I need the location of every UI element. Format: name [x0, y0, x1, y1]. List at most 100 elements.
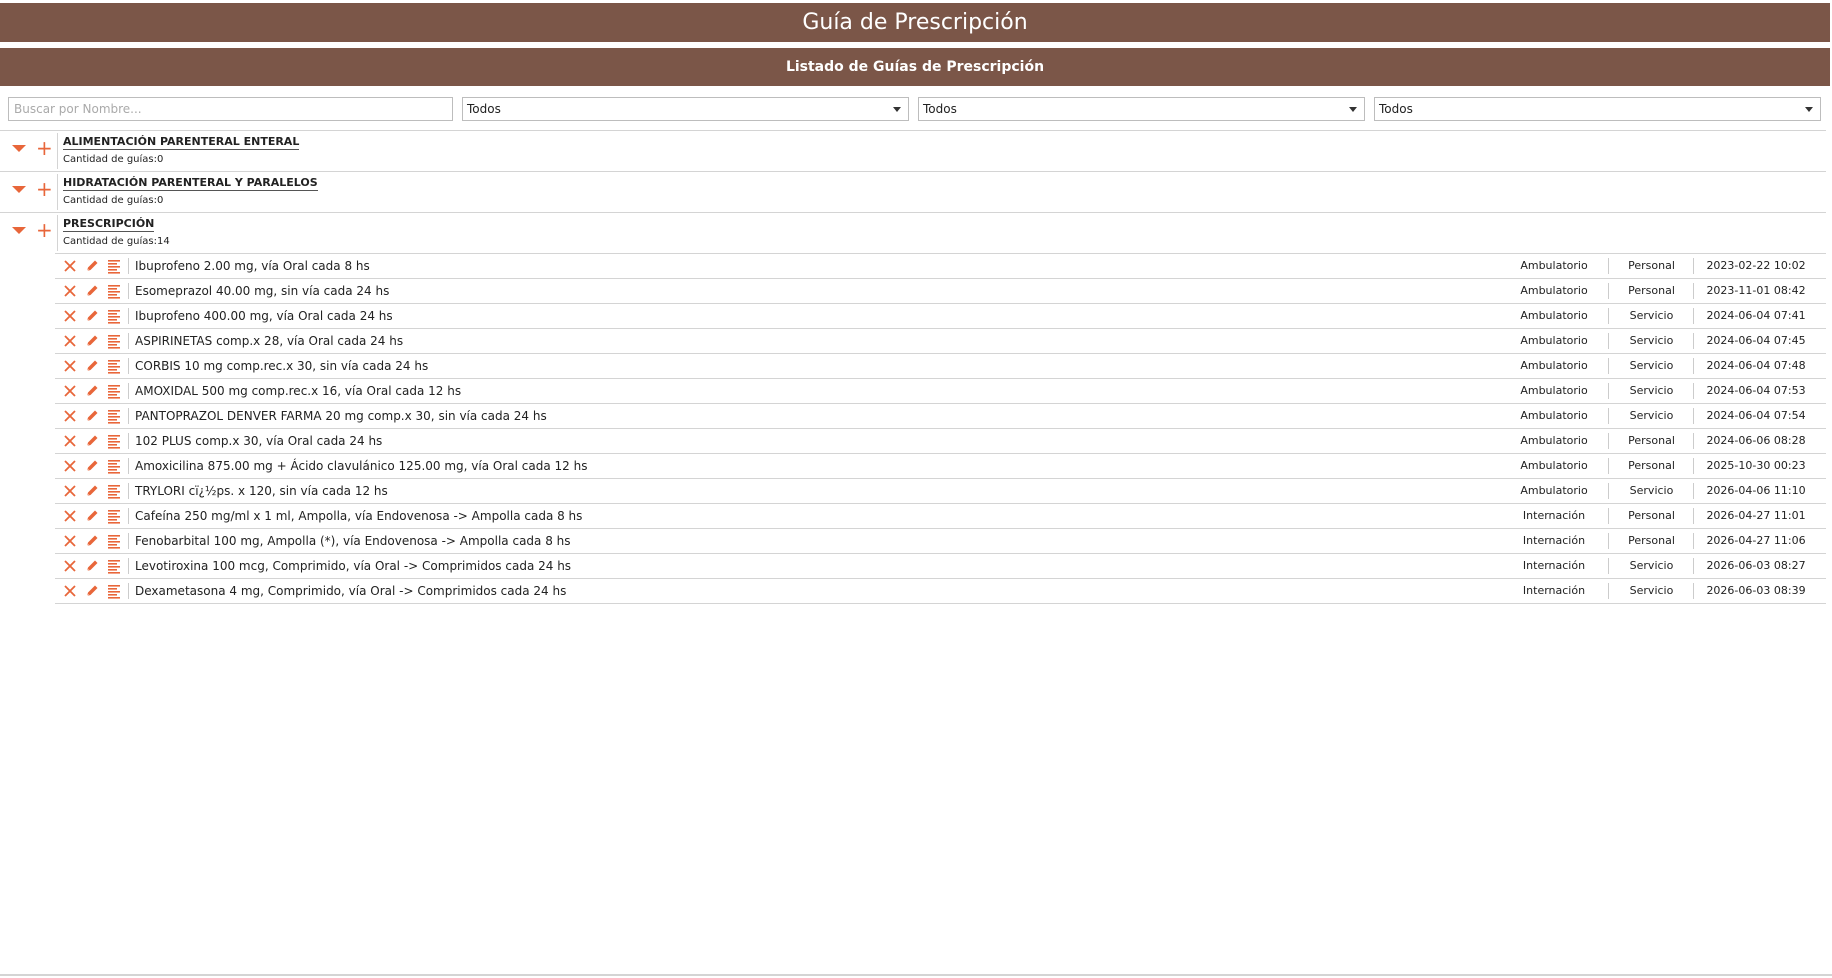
guide-date: 2024-06-04 07:41: [1706, 309, 1806, 322]
table-row[interactable]: Fenobarbital 100 mg, Ampolla (*), vía En…: [55, 529, 1826, 554]
lines-icon[interactable]: [106, 483, 122, 499]
filter-select-3[interactable]: Todos: [1374, 97, 1822, 121]
pencil-icon[interactable]: [84, 583, 100, 599]
guide-description: Ibuprofeno 2.00 mg, vía Oral cada 8 hs: [135, 259, 370, 273]
table-row[interactable]: Esomeprazol 40.00 mg, sin vía cada 24 hs…: [55, 279, 1826, 304]
pencil-icon[interactable]: [84, 383, 100, 399]
lines-icon[interactable]: [106, 308, 122, 324]
close-icon[interactable]: [62, 358, 78, 374]
filter-select-2[interactable]: Todos: [918, 97, 1366, 121]
table-row[interactable]: ASPIRINETAS comp.x 28, vía Oral cada 24 …: [55, 329, 1826, 354]
pencil-icon[interactable]: [84, 433, 100, 449]
guide-rows: Ibuprofeno 2.00 mg, vía Oral cada 8 hs A…: [55, 253, 1826, 604]
caret-down-icon[interactable]: [12, 227, 26, 234]
close-icon[interactable]: [62, 308, 78, 324]
pencil-icon[interactable]: [84, 508, 100, 524]
guide-owner: Personal: [1628, 434, 1675, 447]
pencil-icon[interactable]: [84, 358, 100, 374]
filter-select-1[interactable]: Todos: [462, 97, 910, 121]
pencil-icon[interactable]: [84, 258, 100, 274]
divider: [57, 133, 58, 169]
lines-icon[interactable]: [106, 258, 122, 274]
divider: [128, 508, 129, 524]
close-icon[interactable]: [62, 483, 78, 499]
guide-type: Internación: [1522, 509, 1586, 522]
plus-icon[interactable]: +: [36, 218, 53, 242]
close-icon[interactable]: [62, 333, 78, 349]
table-row[interactable]: Ibuprofeno 2.00 mg, vía Oral cada 8 hs A…: [55, 254, 1826, 279]
table-row[interactable]: 102 PLUS comp.x 30, vía Oral cada 24 hs …: [55, 429, 1826, 454]
caret-down-icon[interactable]: [12, 186, 26, 193]
lines-icon[interactable]: [106, 508, 122, 524]
guide-type: Ambulatorio: [1520, 334, 1588, 347]
plus-icon[interactable]: +: [36, 177, 53, 201]
filter-select-3-value: Todos: [1379, 102, 1413, 116]
lines-icon[interactable]: [106, 383, 122, 399]
guide-date: 2026-06-03 08:27: [1706, 559, 1806, 572]
chevron-down-icon: [893, 107, 902, 112]
close-icon[interactable]: [62, 408, 78, 424]
lines-icon[interactable]: [106, 283, 122, 299]
lines-icon[interactable]: [106, 433, 122, 449]
group-name[interactable]: HIDRATACIÓN PARENTERAL Y PARALELOS: [63, 176, 318, 191]
group-name[interactable]: PRESCRIPCIÓN: [63, 217, 155, 232]
table-row[interactable]: CORBIS 10 mg comp.rec.x 30, sin vía cada…: [55, 354, 1826, 379]
lines-icon[interactable]: [106, 333, 122, 349]
pencil-icon[interactable]: [84, 283, 100, 299]
caret-down-icon[interactable]: [12, 145, 26, 152]
close-icon[interactable]: [62, 558, 78, 574]
pencil-icon[interactable]: [84, 333, 100, 349]
table-row[interactable]: PANTOPRAZOL DENVER FARMA 20 mg comp.x 30…: [55, 404, 1826, 429]
lines-icon[interactable]: [106, 408, 122, 424]
group-name[interactable]: ALIMENTACIÓN PARENTERAL ENTERAL: [63, 135, 300, 150]
pencil-icon[interactable]: [84, 308, 100, 324]
guide-type: Ambulatorio: [1520, 459, 1588, 472]
divider: [128, 433, 129, 449]
pencil-icon[interactable]: [84, 408, 100, 424]
close-icon[interactable]: [62, 583, 78, 599]
close-icon[interactable]: [62, 533, 78, 549]
guide-owner: Servicio: [1629, 584, 1674, 597]
close-icon[interactable]: [62, 283, 78, 299]
guide-type: Internación: [1522, 534, 1586, 547]
pencil-icon[interactable]: [84, 558, 100, 574]
table-row[interactable]: Ibuprofeno 400.00 mg, vía Oral cada 24 h…: [55, 304, 1826, 329]
lines-icon[interactable]: [106, 458, 122, 474]
search-input[interactable]: [8, 97, 454, 121]
pencil-icon[interactable]: [84, 483, 100, 499]
divider: [57, 215, 58, 251]
lines-icon[interactable]: [106, 358, 122, 374]
lines-icon[interactable]: [106, 558, 122, 574]
table-row[interactable]: Dexametasona 4 mg, Comprimido, vía Oral …: [55, 579, 1826, 604]
lines-icon[interactable]: [106, 533, 122, 549]
close-icon[interactable]: [62, 258, 78, 274]
lines-icon[interactable]: [106, 583, 122, 599]
divider: [128, 408, 129, 424]
footer-divider: [0, 974, 1832, 976]
pencil-icon[interactable]: [84, 458, 100, 474]
guide-owner: Personal: [1628, 509, 1675, 522]
table-row[interactable]: Cafeína 250 mg/ml x 1 ml, Ampolla, vía E…: [55, 504, 1826, 529]
pencil-icon[interactable]: [84, 533, 100, 549]
close-icon[interactable]: [62, 433, 78, 449]
filter-select-2-value: Todos: [923, 102, 957, 116]
table-row[interactable]: TRYLORI cï¿½ps. x 120, sin vía cada 12 h…: [55, 479, 1826, 504]
guide-owner: Servicio: [1629, 559, 1674, 572]
table-row[interactable]: Levotiroxina 100 mcg, Comprimido, vía Or…: [55, 554, 1826, 579]
close-icon[interactable]: [62, 508, 78, 524]
close-icon[interactable]: [62, 383, 78, 399]
divider: [57, 174, 58, 210]
divider: [128, 533, 129, 549]
plus-icon[interactable]: +: [36, 136, 53, 160]
group-hidratacion: + HIDRATACIÓN PARENTERAL Y PARALELOS Can…: [0, 171, 1826, 212]
guide-owner: Personal: [1628, 534, 1675, 547]
table-row[interactable]: Amoxicilina 875.00 mg + Ácido clavulánic…: [55, 454, 1826, 479]
guide-date: 2023-11-01 08:42: [1706, 284, 1806, 297]
app-header: Guía de Prescripción: [0, 3, 1830, 42]
table-row[interactable]: AMOXIDAL 500 mg comp.rec.x 16, vía Oral …: [55, 379, 1826, 404]
guide-owner: Servicio: [1629, 484, 1674, 497]
guide-description: ASPIRINETAS comp.x 28, vía Oral cada 24 …: [135, 334, 404, 348]
close-icon[interactable]: [62, 458, 78, 474]
guide-description: Cafeína 250 mg/ml x 1 ml, Ampolla, vía E…: [135, 509, 583, 523]
guide-type: Ambulatorio: [1520, 309, 1588, 322]
